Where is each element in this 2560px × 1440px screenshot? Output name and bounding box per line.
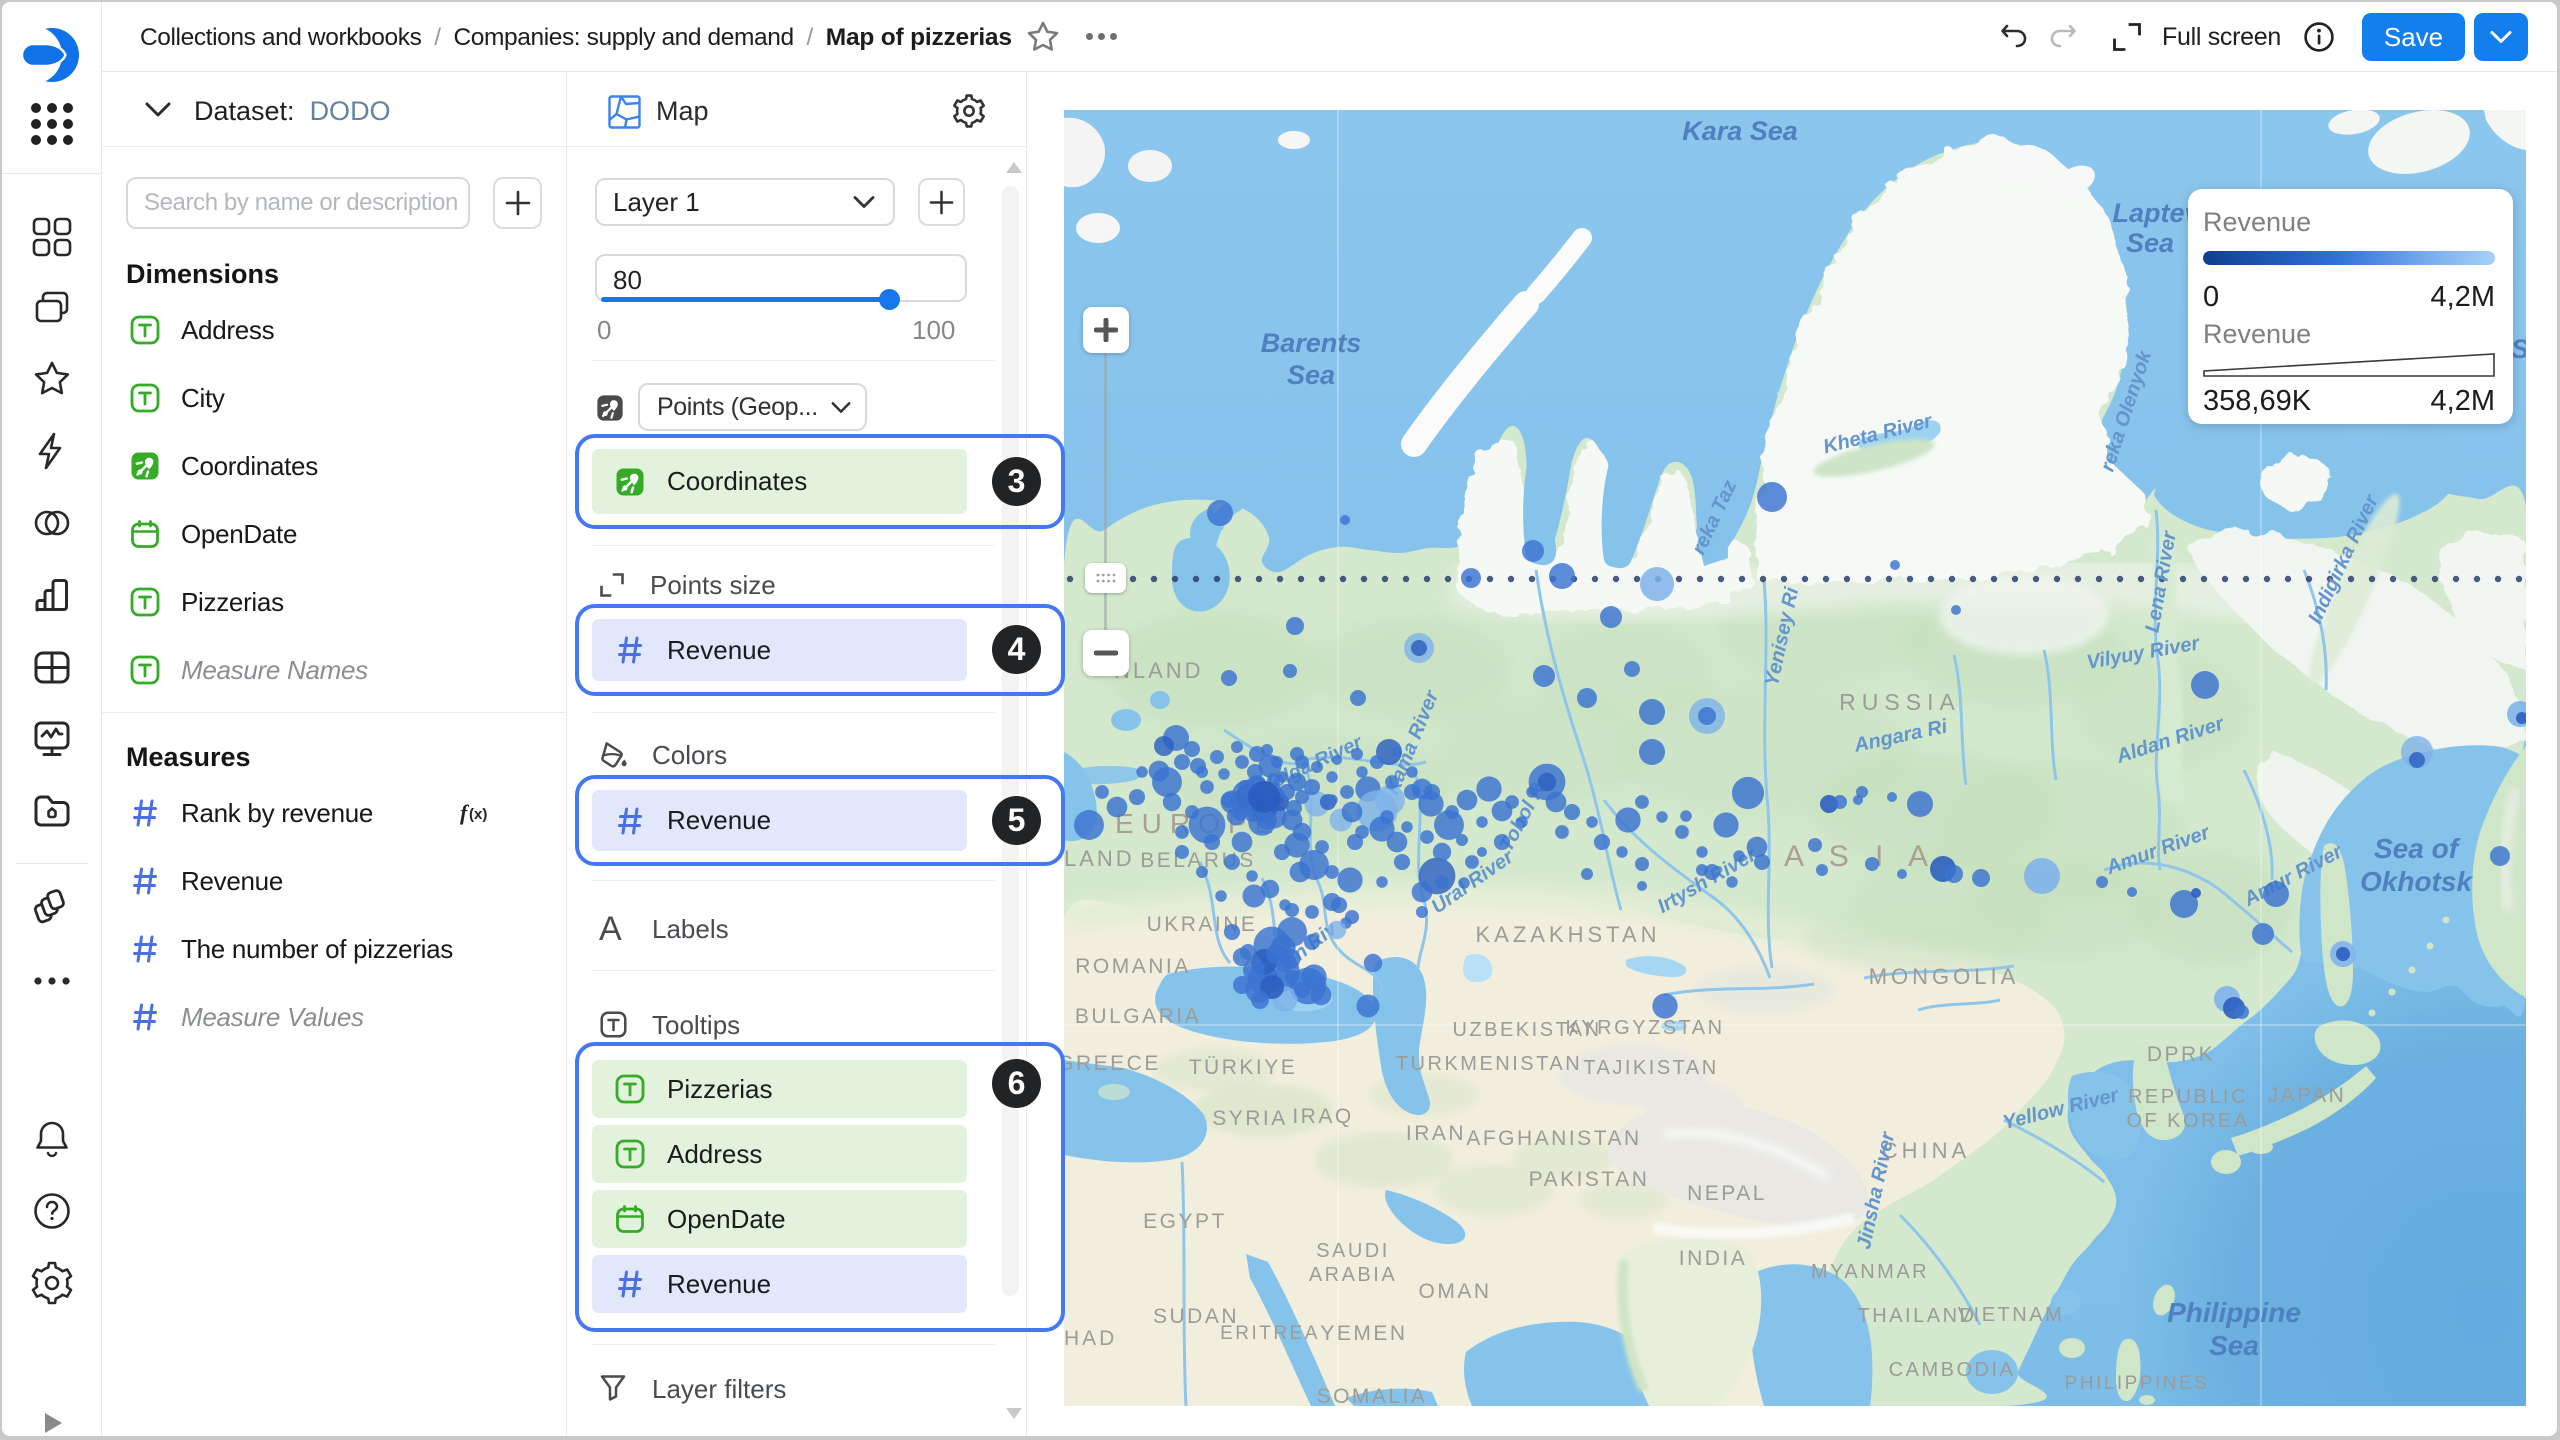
svg-text:Barents: Barents	[1261, 328, 1362, 358]
svg-text:NEPAL: NEPAL	[1687, 1182, 1767, 1205]
svg-text:RUSSIA: RUSSIA	[1839, 689, 1961, 715]
svg-text:A S I A: A S I A	[1784, 840, 1937, 873]
svg-text:KYRGYZSTAN: KYRGYZSTAN	[1565, 1017, 1724, 1039]
svg-text:Kara Sea: Kara Sea	[1682, 116, 1798, 146]
svg-text:Sea: Sea	[2209, 1330, 2259, 1361]
svg-text:S: S	[2511, 334, 2526, 364]
svg-text:Okhotsk: Okhotsk	[2360, 866, 2473, 897]
svg-text:REPUBLIC: REPUBLIC	[2128, 1086, 2248, 1108]
svg-text:UKRAINE: UKRAINE	[1147, 913, 1258, 936]
svg-text:PAKISTAN: PAKISTAN	[1529, 1168, 1650, 1191]
svg-text:YEMEN: YEMEN	[1320, 1322, 1407, 1345]
svg-text:(x): (x)	[469, 806, 487, 823]
svg-text:HAD: HAD	[1064, 1327, 1117, 1350]
svg-text:EGYPT: EGYPT	[1143, 1210, 1227, 1233]
svg-text:AFGHANISTAN: AFGHANISTAN	[1466, 1127, 1641, 1150]
svg-text:ARABIA: ARABIA	[1309, 1264, 1397, 1286]
svg-text:Sea of: Sea of	[2374, 833, 2461, 864]
svg-text:IRAN: IRAN	[1406, 1122, 1466, 1145]
svg-text:ROMANIA: ROMANIA	[1075, 955, 1191, 978]
svg-text:TÜRKIYE: TÜRKIYE	[1189, 1056, 1298, 1079]
svg-text:LAND: LAND	[1064, 846, 1135, 871]
svg-text:SYRIA: SYRIA	[1212, 1107, 1288, 1130]
svg-text:KAZAKHSTAN: KAZAKHSTAN	[1475, 922, 1660, 947]
svg-text:PHILIPPINES: PHILIPPINES	[2065, 1373, 2210, 1394]
svg-text:TAJIKISTAN: TAJIKISTAN	[1583, 1057, 1718, 1079]
svg-text:OMAN: OMAN	[1419, 1280, 1492, 1303]
svg-text:GREECE: GREECE	[1064, 1052, 1161, 1075]
svg-text:Philippine: Philippine	[2167, 1297, 2301, 1328]
svg-text:DPRK: DPRK	[2147, 1043, 2215, 1066]
svg-text:BULGARIA: BULGARIA	[1075, 1005, 1201, 1028]
svg-text:ERITREA: ERITREA	[1220, 1323, 1320, 1344]
svg-text:Sea: Sea	[2126, 228, 2174, 258]
svg-text:MYANMAR: MYANMAR	[1811, 1261, 1929, 1283]
svg-text:SAUDI: SAUDI	[1316, 1240, 1390, 1262]
svg-text:MONGOLIA: MONGOLIA	[1869, 964, 2020, 989]
svg-text:IRAQ: IRAQ	[1292, 1105, 1353, 1128]
svg-text:INDIA: INDIA	[1679, 1247, 1748, 1270]
svg-text:OF KOREA: OF KOREA	[2126, 1110, 2249, 1132]
svg-text:Sea: Sea	[1287, 360, 1335, 390]
svg-text:JAPAN: JAPAN	[2268, 1084, 2347, 1107]
svg-text:CAMBODIA: CAMBODIA	[1889, 1359, 2016, 1381]
svg-text:VIETNAM: VIETNAM	[1958, 1304, 2064, 1326]
svg-text:SOMALIA: SOMALIA	[1317, 1385, 1428, 1406]
svg-text:TURKMENISTAN: TURKMENISTAN	[1396, 1053, 1582, 1075]
